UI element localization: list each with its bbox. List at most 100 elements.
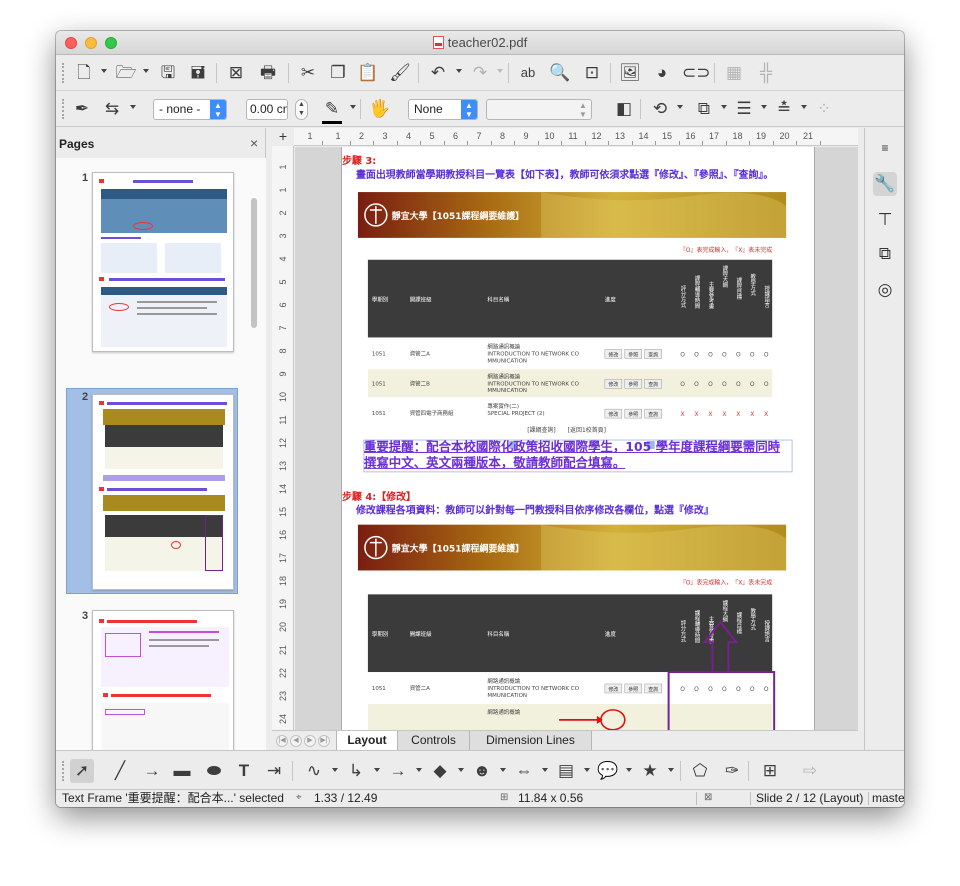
diamond-caret[interactable] xyxy=(458,768,464,772)
arrow-style-caret[interactable] xyxy=(130,105,136,109)
snap-icon[interactable]: ╬ xyxy=(754,61,778,85)
line-color-icon[interactable]: ✎ xyxy=(320,97,344,121)
zoom-pan-icon[interactable]: 🔍 xyxy=(548,61,572,85)
redo-dropdown-caret[interactable] xyxy=(497,69,503,73)
smiley-caret[interactable] xyxy=(500,768,506,772)
page-thumbnail-1[interactable] xyxy=(92,172,234,352)
double-arrow-caret[interactable] xyxy=(542,768,548,772)
line-width-stepper[interactable]: ▲ ▼ xyxy=(295,99,308,120)
vertical-ruler[interactable]: 1 1 2 3 4 5 6 7 8 9 10 11 12 13 14 15 16 17 18 19 20 21 22 23 24 xyxy=(272,146,294,730)
flowchart-icon[interactable]: ▤ xyxy=(554,759,578,783)
toolbar-grip[interactable] xyxy=(62,761,64,781)
open-dropdown-caret[interactable] xyxy=(143,69,149,73)
smiley-icon[interactable]: ☻ xyxy=(470,759,494,783)
line-arrow-caret[interactable] xyxy=(416,768,422,772)
redo-icon[interactable]: ↷ xyxy=(468,61,492,85)
document-modified-icon[interactable]: ⊠ xyxy=(704,790,712,806)
hyperlink-icon[interactable]: ⊂⊃ xyxy=(682,61,711,85)
area-fill-icon[interactable]: 🖐 xyxy=(368,97,392,121)
toolbar-grip[interactable] xyxy=(62,99,64,119)
copy-icon[interactable]: ❐ xyxy=(326,61,350,85)
save-icon[interactable]: 🖫 xyxy=(156,61,180,85)
rectangle-icon[interactable]: ▬ xyxy=(170,759,194,783)
chart-icon[interactable]: ◕ xyxy=(650,61,674,85)
image-icon[interactable]: 🖼 xyxy=(618,61,642,85)
fontwork-icon[interactable]: ⊞ xyxy=(758,759,782,783)
line-style-icon[interactable]: ✒ xyxy=(70,97,94,121)
new-dropdown-caret[interactable] xyxy=(101,69,107,73)
area-fill-select[interactable]: None ▲ ▼ xyxy=(408,99,478,120)
connector-icon[interactable]: ↳ xyxy=(344,759,368,783)
cut-icon[interactable]: ✂ xyxy=(296,61,320,85)
points-icon[interactable]: ⬠ xyxy=(688,759,712,783)
connector-caret[interactable] xyxy=(374,768,380,772)
glue-icon[interactable]: ✑ xyxy=(720,759,744,783)
tab-controls[interactable]: Controls xyxy=(398,731,470,751)
shadow-icon[interactable]: ◧ xyxy=(612,97,636,121)
save-as-icon[interactable]: 🖬 xyxy=(186,61,210,85)
line-icon[interactable]: ╱ xyxy=(108,759,132,783)
arrange-icon[interactable]: ⧉ xyxy=(692,97,716,121)
tab-dimension-lines[interactable]: Dimension Lines xyxy=(470,731,592,751)
styles-icon[interactable]: ⊤ xyxy=(873,208,897,232)
undo-dropdown-caret[interactable] xyxy=(456,69,462,73)
curve-icon[interactable]: ∿ xyxy=(302,759,326,783)
open-folder-icon[interactable]: 🗁 xyxy=(114,61,138,85)
flowchart-caret[interactable] xyxy=(584,768,590,772)
previous-tab-icon[interactable]: ◀ xyxy=(290,735,302,747)
ellipse-icon[interactable]: ⬬ xyxy=(202,759,226,783)
page-thumbnail-3[interactable] xyxy=(92,610,234,750)
display-grid-icon[interactable]: ⊡ xyxy=(580,61,604,85)
next-tab-icon[interactable]: ▶ xyxy=(304,735,316,747)
align-icon[interactable]: ☰ xyxy=(732,97,756,121)
align-caret[interactable] xyxy=(761,105,767,109)
last-tab-icon[interactable]: ▶| xyxy=(318,735,330,747)
distribute-caret[interactable] xyxy=(801,105,807,109)
text-icon[interactable]: T xyxy=(232,759,256,783)
line-width-input[interactable]: 0.00 cm xyxy=(246,99,288,120)
sidebar-menu-icon[interactable]: ≡ xyxy=(873,136,897,160)
line-style-select[interactable]: - none - ▲ ▼ xyxy=(153,99,227,120)
gallery-icon[interactable]: ⧉ xyxy=(873,242,897,266)
thumbnails-scrollbar[interactable] xyxy=(251,198,257,328)
group-icon[interactable]: ⁘ xyxy=(812,97,836,121)
navigator-icon[interactable]: ◎ xyxy=(873,278,897,302)
ruler-corner[interactable]: + xyxy=(272,128,294,146)
area-color-select[interactable]: ▲ ▼ xyxy=(486,99,592,120)
page-thumbnail-2[interactable] xyxy=(92,394,234,590)
arrow-style-icon[interactable]: ⇆ xyxy=(100,97,124,121)
diamond-icon[interactable]: ◆ xyxy=(428,759,452,783)
rotate-icon[interactable]: ⟲ xyxy=(648,97,672,121)
spelling-icon[interactable]: ab xyxy=(516,61,540,85)
rotate-caret[interactable] xyxy=(677,105,683,109)
vertical-text-icon[interactable]: ⇥ xyxy=(262,759,286,783)
print-icon[interactable]: 🖶 xyxy=(256,61,280,85)
first-tab-icon[interactable]: |◀ xyxy=(276,735,288,747)
notice-text[interactable]: 重要提醒：配合本校國際化政策招收國際學生，105 學年度課程綱要需同時撰寫中文、… xyxy=(364,439,792,471)
new-document-icon[interactable]: 🗋 xyxy=(72,61,96,85)
undo-icon[interactable]: ↶ xyxy=(426,61,450,85)
arrow-icon[interactable]: → xyxy=(140,759,164,783)
clone-formatting-icon[interactable]: 🖌 xyxy=(388,61,412,85)
export-pdf-icon[interactable]: ⊠ xyxy=(224,61,248,85)
callout-icon[interactable]: 💬 xyxy=(596,759,620,783)
toggle-extrusion-icon[interactable]: ⇨ xyxy=(798,759,822,783)
toolbar-grip[interactable] xyxy=(62,63,64,83)
line-arrow-icon[interactable]: → xyxy=(386,759,410,783)
callout-caret[interactable] xyxy=(626,768,632,772)
star-icon[interactable]: ★ xyxy=(638,759,662,783)
double-arrow-icon[interactable]: ⇔ xyxy=(512,759,536,783)
line-color-caret[interactable] xyxy=(350,105,356,109)
slide-page[interactable]: 步驟 3: 畫面出現教師當學期教授科目一覽表【如下表】，教師可依須求點選『修改』… xyxy=(341,147,815,730)
select-icon[interactable]: ➚ xyxy=(70,759,94,783)
properties-icon[interactable]: 🔧 xyxy=(873,172,897,196)
distribute-icon[interactable]: ≛ xyxy=(772,97,796,121)
page-links[interactable]: [課綱查詢] [返回1校首頁] xyxy=(527,426,606,434)
curve-caret[interactable] xyxy=(332,768,338,772)
helplines-icon[interactable]: ▦ xyxy=(722,61,746,85)
horizontal-ruler[interactable]: 1 1 2 3 4 5 6 7 8 9 10 11 12 13 14 15 16 17 18 19 20 21 xyxy=(294,128,858,146)
tab-layout[interactable]: Layout xyxy=(336,731,398,751)
paste-icon[interactable]: 📋 xyxy=(356,61,380,85)
drawing-canvas[interactable]: 步驟 3: 畫面出現教師當學期教授科目一覽表【如下表】，教師可依須求點選『修改』… xyxy=(295,147,858,730)
star-caret[interactable] xyxy=(668,768,674,772)
